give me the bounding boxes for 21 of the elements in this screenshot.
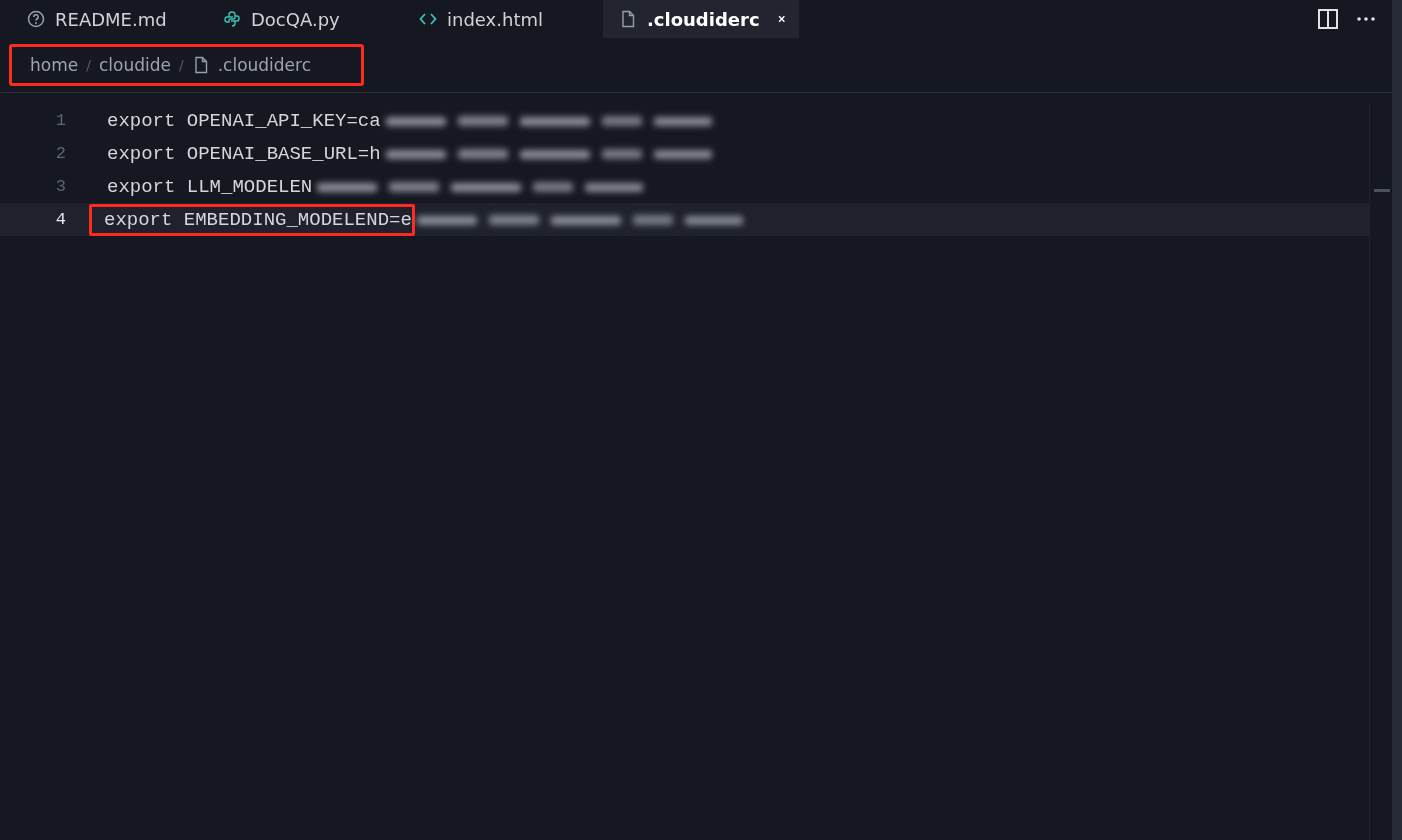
code-line: export OPENAI_BASE_URL=h [106,141,382,167]
breadcrumb-separator: / [86,57,91,73]
editor-tab[interactable]: index.html [407,0,603,38]
line-number: 2 [54,144,66,163]
help-icon [27,10,45,28]
editor-tab[interactable]: README.md [15,0,211,38]
overview-ruler-mark [1374,189,1390,192]
python-icon [223,10,241,28]
breadcrumb-separator: / [178,57,184,73]
file-icon [619,10,637,28]
line-number: 1 [54,111,66,130]
editor-tab[interactable]: .cloudiderc [603,0,799,38]
breadcrumb-item[interactable]: cloudide [98,55,171,75]
code-line: export LLM_MODELEN [106,174,314,200]
code-line: export OPENAI_API_KEY=ca [106,108,382,134]
line-number: 3 [54,177,66,196]
line-number: 4 [54,210,66,229]
breadcrumb-item[interactable]: .cloudiderc [191,55,312,75]
breadcrumb-item[interactable]: home [30,55,79,75]
split-editor-icon[interactable] [1316,7,1340,31]
editor-tab[interactable]: DocQA.py [211,0,407,38]
